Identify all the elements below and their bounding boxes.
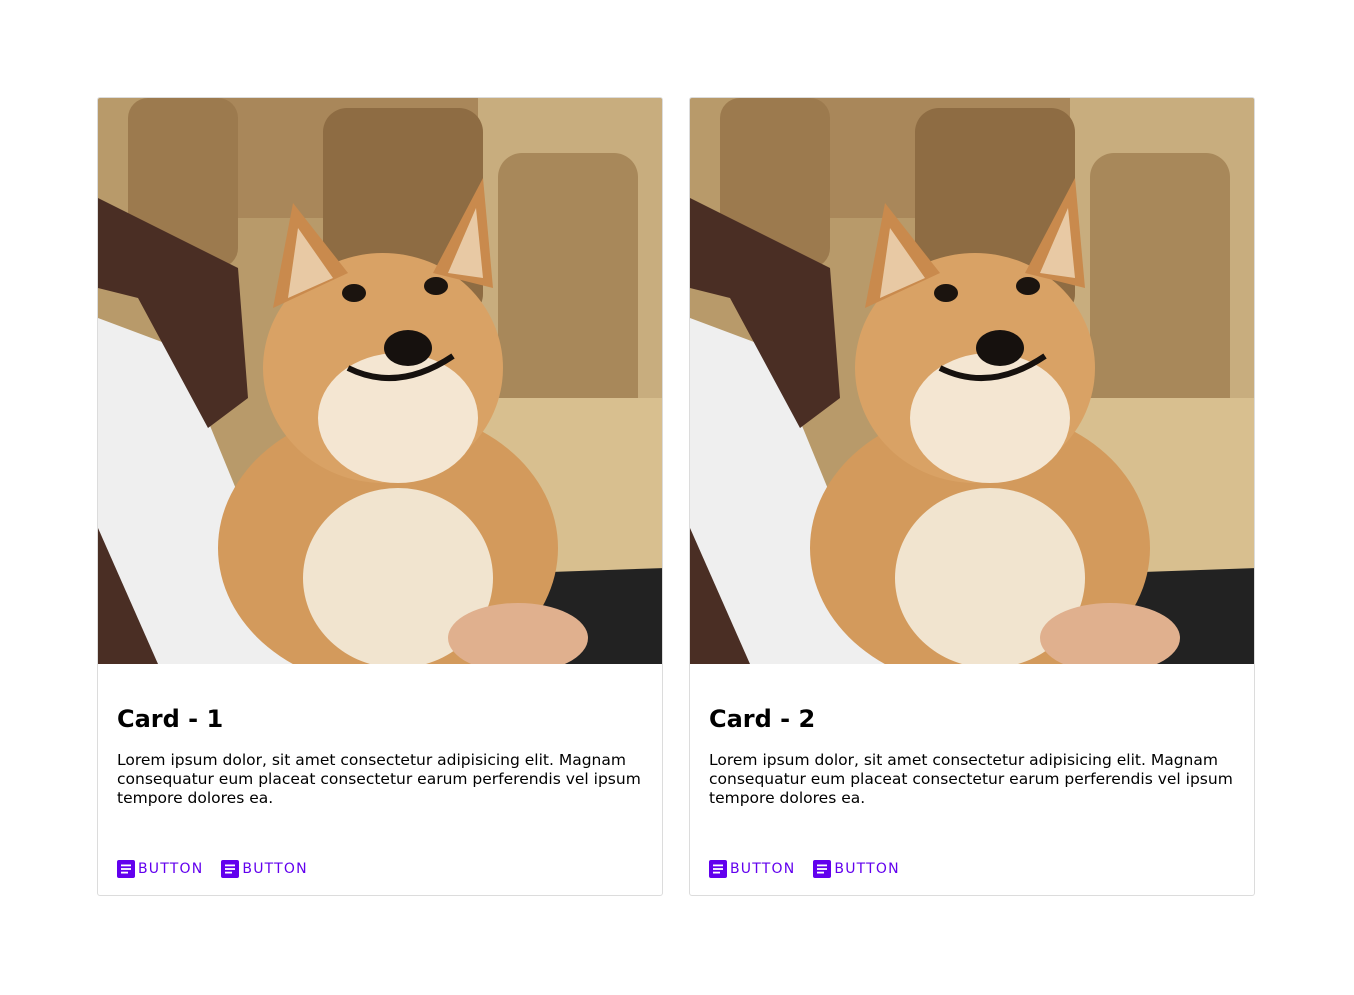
card-1-button-2[interactable]: BUTTON xyxy=(221,860,307,878)
button-label: BUTTON xyxy=(730,861,796,877)
shiba-dog-photo-drawing xyxy=(98,98,662,664)
card-1-button-1[interactable]: BUTTON xyxy=(117,860,203,878)
card-actions: BUTTON BUTTON xyxy=(117,860,308,878)
card-2-button-2[interactable]: BUTTON xyxy=(813,860,899,878)
card-body: Card - 1 Lorem ipsum dolor, sit amet con… xyxy=(117,702,646,808)
card-body: Card - 2 Lorem ipsum dolor, sit amet con… xyxy=(709,702,1238,808)
button-label: BUTTON xyxy=(138,861,204,877)
card-actions: BUTTON BUTTON xyxy=(709,860,900,878)
page: Card - 1 Lorem ipsum dolor, sit amet con… xyxy=(0,0,1354,995)
button-label: BUTTON xyxy=(834,861,900,877)
shiba-dog-photo xyxy=(690,98,1254,664)
card-2-button-1[interactable]: BUTTON xyxy=(709,860,795,878)
shiba-dog-photo-drawing xyxy=(690,98,1254,664)
article-icon xyxy=(221,860,240,878)
card-text: Lorem ipsum dolor, sit amet consectetur … xyxy=(117,751,641,807)
article-icon xyxy=(813,860,832,878)
card-title: Card - 1 xyxy=(117,705,224,733)
article-icon xyxy=(117,860,135,878)
card-text: Lorem ipsum dolor, sit amet consectetur … xyxy=(709,751,1233,807)
card-1: Card - 1 Lorem ipsum dolor, sit amet con… xyxy=(97,97,663,896)
article-icon xyxy=(709,860,727,878)
card-2: Card - 2 Lorem ipsum dolor, sit amet con… xyxy=(689,97,1255,896)
shiba-dog-photo xyxy=(98,98,662,664)
card-title: Card - 2 xyxy=(709,705,816,733)
button-label: BUTTON xyxy=(242,861,308,877)
